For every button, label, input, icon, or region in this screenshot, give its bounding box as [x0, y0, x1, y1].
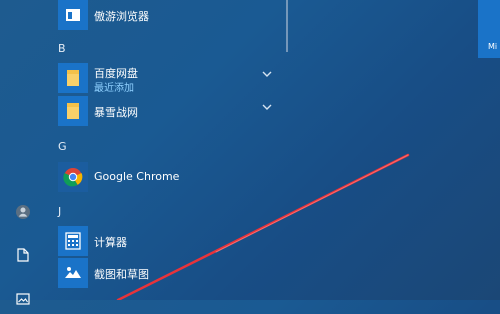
- section-letter: J: [58, 205, 62, 218]
- app-calculator[interactable]: 计算器: [58, 226, 283, 256]
- folder-icon: [58, 63, 88, 93]
- section-letter: G: [58, 140, 67, 153]
- browser-window-icon: [58, 0, 88, 30]
- recently-added-label: 最近添加: [94, 83, 134, 94]
- chrome-icon: [58, 162, 88, 192]
- app-blizzard[interactable]: 暴雪战网: [58, 96, 283, 126]
- snip-sketch-icon: [58, 258, 88, 288]
- chevron-down-icon[interactable]: [260, 67, 274, 81]
- document-icon[interactable]: [8, 240, 38, 270]
- app-aoyou-browser[interactable]: 傲游浏览器: [58, 0, 283, 30]
- pictures-icon[interactable]: [8, 284, 38, 314]
- app-label: Google Chrome: [94, 170, 180, 183]
- user-avatar-icon[interactable]: [8, 197, 38, 227]
- start-left-rail: [0, 0, 46, 305]
- app-label: 计算器: [94, 236, 127, 249]
- app-label: 傲游浏览器: [94, 10, 149, 23]
- app-snip-sketch[interactable]: 截图和草图: [58, 258, 283, 288]
- pinned-tile[interactable]: Mi: [478, 0, 500, 58]
- app-google-chrome[interactable]: Google Chrome: [58, 162, 283, 192]
- app-baidu-netdisk[interactable]: 百度网盘 最近添加: [58, 63, 283, 94]
- app-label: 暴雪战网: [94, 106, 138, 119]
- scrollbar[interactable]: [286, 0, 288, 52]
- app-label: 截图和草图: [94, 268, 149, 281]
- tile-label: Mi: [488, 42, 498, 51]
- chevron-down-icon[interactable]: [260, 100, 274, 114]
- section-letter: B: [58, 42, 66, 55]
- folder-icon: [58, 96, 88, 126]
- app-list: 傲游浏览器 B 百度网盘 最近添加 暴雪战网 G Google Chrome J…: [46, 0, 286, 300]
- calculator-icon: [58, 226, 88, 256]
